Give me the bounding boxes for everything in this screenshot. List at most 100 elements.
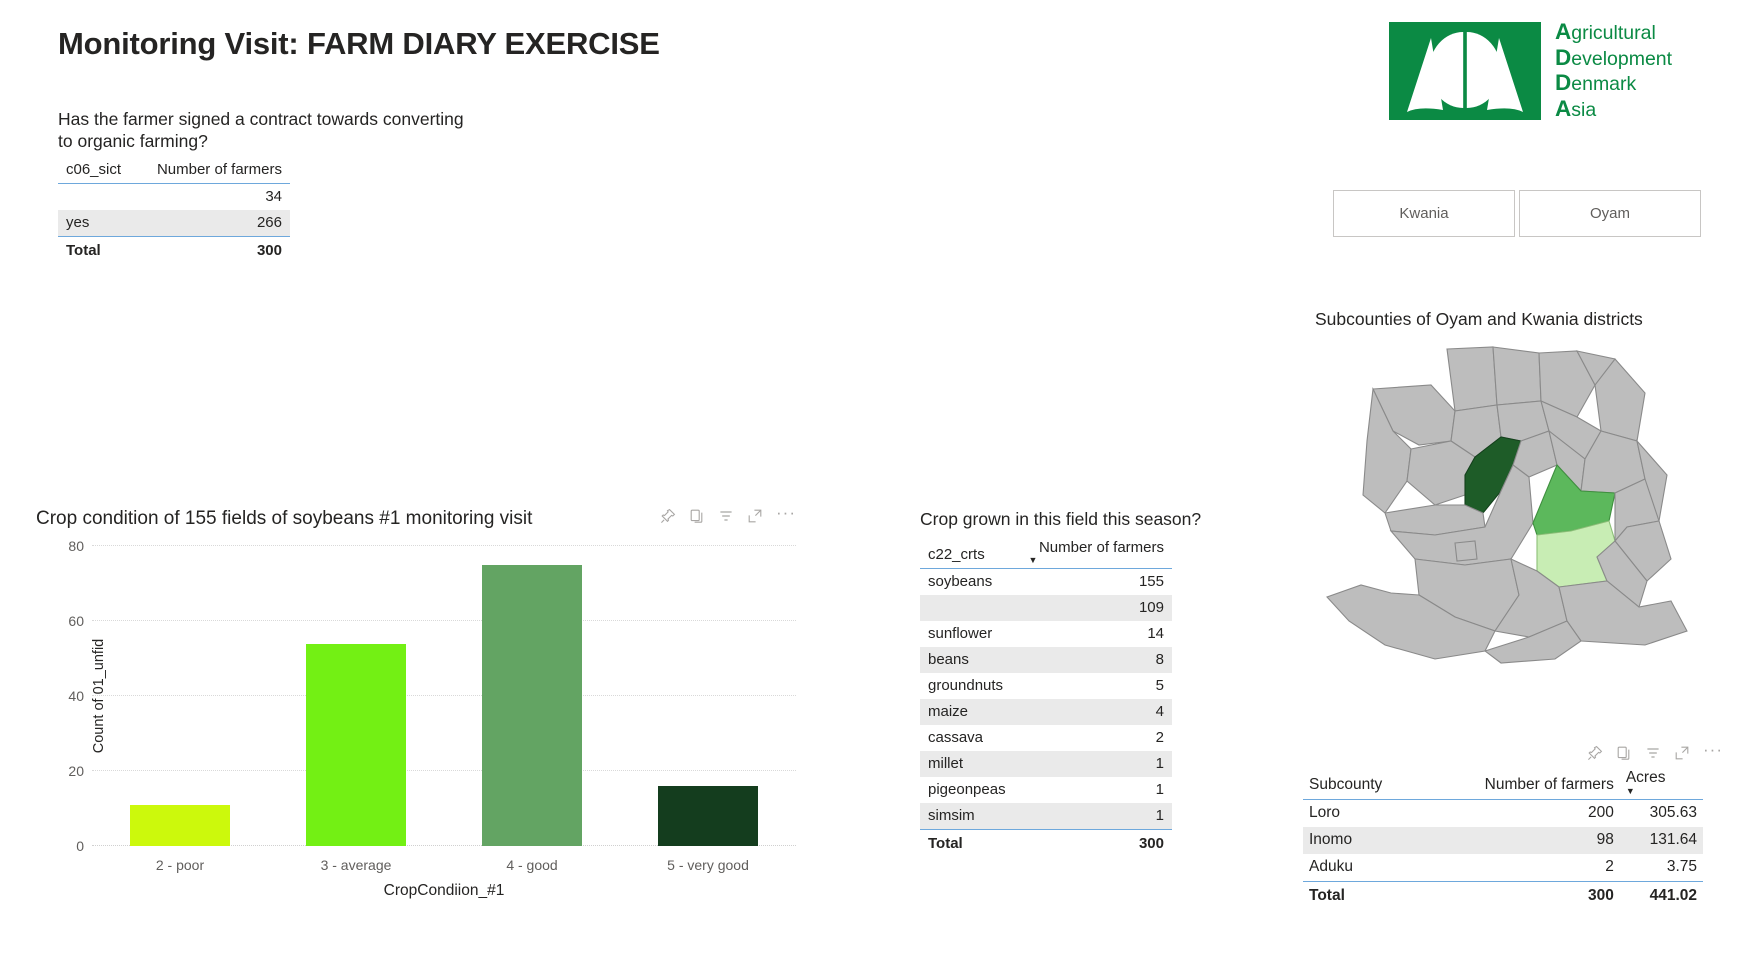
table-row[interactable]: millet 1 bbox=[920, 751, 1172, 777]
slicer-button-oyam[interactable]: Oyam bbox=[1519, 190, 1701, 237]
column-header-number-of-farmers[interactable]: Number of farmers ▼ bbox=[1020, 539, 1172, 569]
cell-total-value: 300 bbox=[1020, 829, 1172, 857]
table-row[interactable]: Loro 200 305.63 bbox=[1303, 800, 1703, 828]
cell-farmers: 2 bbox=[1422, 854, 1620, 882]
cell-total-acres: 441.02 bbox=[1649, 887, 1697, 904]
y-tick-label: 20 bbox=[68, 763, 84, 779]
table-row[interactable]: cassava 2 bbox=[920, 725, 1172, 751]
more-options-icon[interactable]: ··· bbox=[776, 504, 796, 524]
logo-line-asia: Asia bbox=[1555, 95, 1597, 121]
adda-logo-text: Agricultural Development Denmark Asia bbox=[1555, 20, 1672, 122]
map-title: Subcounties of Oyam and Kwania districts bbox=[1315, 309, 1643, 329]
chart-header: Crop condition of 155 fields of soybeans… bbox=[36, 504, 796, 530]
table-row[interactable]: soybeans 155 bbox=[920, 569, 1172, 596]
pin-icon[interactable] bbox=[1587, 745, 1603, 761]
cell-crop: soybeans bbox=[928, 573, 993, 590]
cell-subcounty: Inomo bbox=[1303, 827, 1423, 854]
cell-crop: cassava bbox=[928, 729, 984, 746]
table-header-row: Subcounty Number of farmers Acres ▼ bbox=[1303, 769, 1703, 800]
column-header-c22-crts[interactable]: c22_crts bbox=[920, 539, 1021, 569]
table-header-row: c22_crts Number of farmers ▼ bbox=[920, 539, 1172, 569]
bar-average[interactable] bbox=[306, 643, 406, 846]
copy-icon[interactable] bbox=[689, 508, 705, 524]
subcounty-table: Subcounty Number of farmers Acres ▼ Loro… bbox=[1303, 769, 1703, 910]
cell-category bbox=[58, 184, 136, 211]
chart-plot-area: Count of 01_unfid 80 60 40 20 0 2 - poor bbox=[36, 538, 796, 899]
copy-icon[interactable] bbox=[1616, 745, 1632, 761]
cell-value: 1 bbox=[1020, 751, 1172, 777]
bar-poor[interactable] bbox=[130, 804, 230, 846]
adda-logo: Agricultural Development Denmark Asia bbox=[1389, 20, 1672, 122]
cell-crop: groundnuts bbox=[928, 677, 1004, 694]
cell-total-label: Total bbox=[58, 236, 136, 264]
cell-value: 1 bbox=[1020, 803, 1172, 830]
table-row[interactable]: Inomo 98 131.64 bbox=[1303, 827, 1703, 854]
y-tick-label: 60 bbox=[68, 613, 84, 629]
bar-slot: 4 - good bbox=[444, 546, 620, 873]
table-row[interactable]: 34 bbox=[58, 184, 290, 211]
cell-crop: beans bbox=[920, 647, 1021, 673]
cell-crop: pigeonpeas bbox=[928, 781, 1006, 798]
chart-title: Crop condition of 155 fields of soybeans… bbox=[36, 508, 533, 529]
x-axis-title: CropCondiion_#1 bbox=[383, 882, 505, 899]
cell-acres: 131.64 bbox=[1619, 827, 1703, 854]
table-row[interactable]: pigeonpeas 1 bbox=[920, 777, 1172, 803]
focus-mode-icon[interactable] bbox=[747, 508, 763, 524]
more-options-icon[interactable]: ··· bbox=[1703, 741, 1723, 761]
district-slicer: Kwania Oyam bbox=[1333, 190, 1701, 237]
cell-total-label: Total bbox=[1309, 887, 1345, 904]
cell-crop bbox=[920, 595, 1021, 621]
column-header-subcounty[interactable]: Subcounty bbox=[1303, 769, 1423, 800]
cell-crop: millet bbox=[920, 751, 1021, 777]
plot-canvas: 80 60 40 20 0 2 - poor 3 - average 4 - g… bbox=[68, 538, 796, 873]
sort-descending-icon: ▼ bbox=[1625, 786, 1635, 796]
cell-value: 155 bbox=[1138, 573, 1164, 590]
table-row[interactable]: Aduku 2 3.75 bbox=[1303, 854, 1703, 882]
cell-crop: maize bbox=[920, 699, 1021, 725]
column-header-c06-sict[interactable]: c06_sict bbox=[58, 161, 136, 184]
page-title: Monitoring Visit: FARM DIARY EXERCISE bbox=[58, 26, 660, 61]
y-tick-label: 0 bbox=[76, 838, 84, 854]
chart-toolbar: ··· bbox=[660, 504, 796, 524]
table-row[interactable]: beans 8 bbox=[920, 647, 1172, 673]
cell-value: 8 bbox=[1020, 647, 1172, 673]
subcounty-table-visual: ··· Subcounty Number of farmers Acres ▼ … bbox=[1303, 741, 1723, 910]
column-header-number-of-farmers[interactable]: Number of farmers bbox=[1422, 769, 1620, 800]
contract-table: c06_sict Number of farmers 34 yes 266 To… bbox=[58, 161, 290, 264]
column-header-acres[interactable]: Acres ▼ bbox=[1619, 769, 1703, 800]
x-tick-label: 2 - poor bbox=[155, 857, 205, 873]
table-row[interactable]: yes 266 bbox=[58, 210, 290, 237]
sort-descending-icon: ▼ bbox=[1028, 555, 1038, 565]
table-row[interactable]: sunflower 14 bbox=[920, 621, 1172, 647]
slicer-button-kwania[interactable]: Kwania bbox=[1333, 190, 1515, 237]
table-header-row: c06_sict Number of farmers bbox=[58, 161, 290, 184]
bar-slot: 3 - average bbox=[268, 546, 444, 873]
y-tick-label: 80 bbox=[68, 538, 84, 554]
table-row[interactable]: simsim 1 bbox=[920, 803, 1172, 830]
subcounty-toolbar: ··· bbox=[1303, 741, 1723, 761]
bar-very-good[interactable] bbox=[658, 786, 758, 846]
bar-slot: 5 - very good bbox=[620, 546, 796, 873]
crop-visual-heading: Crop grown in this field this season? bbox=[920, 509, 1202, 529]
cell-value: 14 bbox=[1147, 625, 1164, 642]
contract-visual: Has the farmer signed a contract towards… bbox=[58, 108, 478, 264]
filter-icon[interactable] bbox=[718, 508, 734, 524]
bar-slot: 2 - poor bbox=[92, 546, 268, 873]
table-row[interactable]: maize 4 bbox=[920, 699, 1172, 725]
map-canvas[interactable] bbox=[1315, 345, 1715, 665]
column-header-number-of-farmers[interactable]: Number of farmers bbox=[135, 161, 290, 184]
table-row[interactable]: 109 bbox=[920, 595, 1172, 621]
cell-value: 5 bbox=[1155, 677, 1164, 694]
filter-icon[interactable] bbox=[1645, 745, 1661, 761]
focus-mode-icon[interactable] bbox=[1674, 745, 1690, 761]
bar-good[interactable] bbox=[482, 564, 582, 846]
subcounty-toolbar-icons: ··· bbox=[1587, 741, 1723, 761]
crop-grown-visual: Crop grown in this field this season? c2… bbox=[920, 508, 1210, 857]
cell-total-value: 300 bbox=[135, 236, 290, 264]
pin-icon[interactable] bbox=[660, 508, 676, 524]
cell-farmers: 200 bbox=[1587, 804, 1614, 821]
table-row[interactable]: groundnuts 5 bbox=[920, 673, 1172, 699]
cell-value: 109 bbox=[1020, 595, 1172, 621]
crop-condition-chart-visual: Crop condition of 155 fields of soybeans… bbox=[36, 504, 796, 908]
bar-series: 2 - poor 3 - average 4 - good 5 - very g… bbox=[92, 546, 796, 873]
